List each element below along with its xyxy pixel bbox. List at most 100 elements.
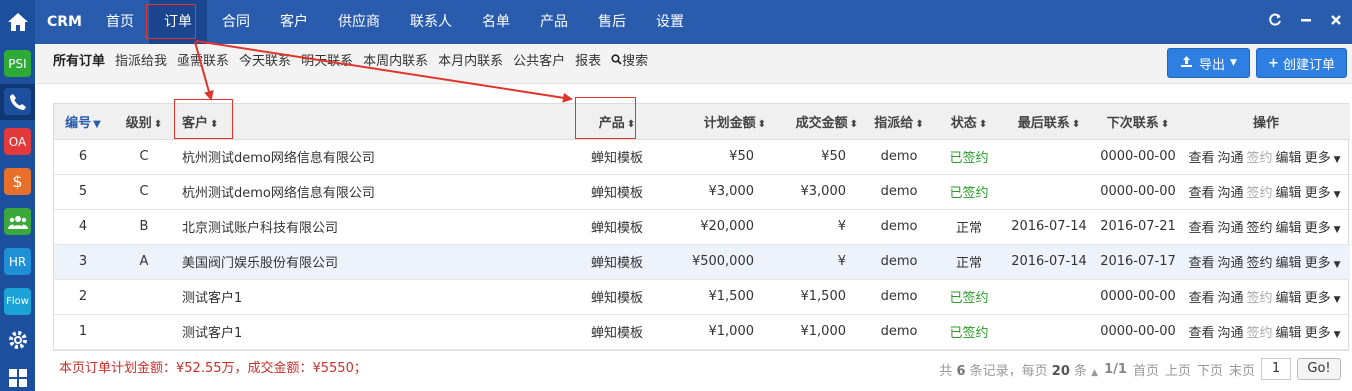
filter-assigned-to-me[interactable]: 指派给我 — [115, 44, 167, 80]
filter-urgent-contact[interactable]: 亟需联系 — [177, 44, 229, 80]
window-controls — [1268, 0, 1342, 44]
home-icon[interactable] — [0, 0, 35, 44]
table-row[interactable]: 6 C 杭州测试demo网络信息有限公司 蝉知模板 ¥50 ¥50 demo 已签约 0000-… — [54, 139, 1350, 175]
filter-contact-this-month[interactable]: 本月内联系 — [438, 44, 503, 80]
col-plan-amount[interactable]: 计划金额 ⬍ — [658, 104, 772, 140]
view-link[interactable]: 查看 — [1189, 326, 1215, 341]
search-link[interactable]: 搜索 — [611, 44, 648, 80]
cell-assignee: demo — [864, 174, 934, 210]
edit-link[interactable]: 编辑 — [1276, 221, 1302, 236]
team-app-icon[interactable] — [4, 208, 31, 235]
pager-prefix: 共 — [939, 363, 953, 379]
view-link[interactable]: 查看 — [1189, 291, 1215, 306]
col-id[interactable]: 编号 ▼ — [54, 104, 112, 140]
more-dropdown[interactable]: 更多 — [1305, 256, 1331, 271]
more-dropdown[interactable]: 更多 — [1305, 221, 1331, 236]
edit-link[interactable]: 编辑 — [1276, 291, 1302, 306]
nav-aftersales[interactable]: 售后 — [583, 0, 641, 44]
col-level[interactable]: 级别 ⬍ — [112, 104, 176, 140]
cell-customer[interactable]: 北京测试账户科技有限公司 — [176, 209, 576, 245]
nav-home[interactable]: 首页 — [91, 0, 149, 44]
create-order-button[interactable]: + 创建订单 — [1256, 48, 1347, 78]
filter-public-customers[interactable]: 公共客户 — [513, 44, 565, 80]
edit-link[interactable]: 编辑 — [1276, 186, 1302, 201]
sign-link: 签约 — [1246, 151, 1273, 166]
psi-app-icon[interactable]: PSI — [4, 50, 31, 77]
pager-first[interactable]: 首页 — [1133, 360, 1159, 379]
filter-contact-tomorrow[interactable]: 明天联系 — [301, 44, 353, 80]
sort-icon: ⬍ — [757, 118, 766, 130]
table-row[interactable]: 5 C 杭州测试demo网络信息有限公司 蝉知模板 ¥3,000 ¥3,000 demo 已签… — [54, 174, 1350, 210]
communicate-link[interactable]: 沟通 — [1218, 256, 1244, 271]
col-next-contact[interactable]: 下次联系 ⬍ — [1094, 104, 1182, 140]
table-row[interactable]: 1 测试客户1 蝉知模板 ¥1,000 ¥1,000 demo 已签约 0000-00-00 查… — [54, 314, 1350, 350]
edit-link[interactable]: 编辑 — [1276, 256, 1302, 271]
sign-link[interactable]: 签约 — [1247, 256, 1273, 271]
pager-next[interactable]: 下页 — [1197, 360, 1223, 379]
more-dropdown[interactable]: 更多 — [1305, 151, 1331, 166]
cell-customer[interactable]: 测试客户1 — [176, 314, 576, 350]
communicate-link[interactable]: 沟通 — [1218, 186, 1244, 201]
pager-last[interactable]: 末页 — [1229, 360, 1255, 379]
oa-app-icon[interactable]: OA — [4, 128, 31, 155]
flow-app-icon[interactable]: Flow — [4, 288, 31, 315]
cell-customer[interactable]: 美国阀门娱乐股份有限公司 — [176, 244, 576, 280]
table-row[interactable]: 2 测试客户1 蝉知模板 ¥1,500 ¥1,500 demo 已签约 0000-00-00 查… — [54, 279, 1350, 315]
table-row[interactable]: 3 A 美国阀门娱乐股份有限公司 蝉知模板 ¥500,000 ¥ demo 正常 2016-07… — [54, 244, 1350, 280]
communicate-link[interactable]: 沟通 — [1218, 326, 1244, 341]
hr-app-icon[interactable]: HR — [4, 248, 31, 275]
view-link[interactable]: 查看 — [1189, 221, 1215, 236]
edit-link[interactable]: 编辑 — [1276, 326, 1302, 341]
phone-crm-icon[interactable] — [4, 88, 31, 115]
export-button[interactable]: 导出 ▼ — [1167, 48, 1250, 78]
cell-customer[interactable]: 杭州测试demo网络信息有限公司 — [176, 174, 576, 210]
cell-customer[interactable]: 杭州测试demo网络信息有限公司 — [176, 139, 576, 175]
table-row[interactable]: 4 B 北京测试账户科技有限公司 蝉知模板 ¥20,000 ¥ demo 正常 2016-07-… — [54, 209, 1350, 245]
sort-icon: ⬍ — [153, 118, 163, 130]
nav-contracts[interactable]: 合同 — [207, 0, 265, 44]
close-icon[interactable] — [1330, 14, 1342, 30]
communicate-link[interactable]: 沟通 — [1218, 151, 1244, 166]
col-status[interactable]: 状态 ⬍ — [934, 104, 1004, 140]
nav-customers[interactable]: 客户 — [265, 0, 323, 44]
cell-customer[interactable]: 测试客户1 — [176, 279, 576, 315]
grid-menu-icon[interactable] — [4, 364, 31, 391]
view-link[interactable]: 查看 — [1189, 256, 1215, 271]
go-button[interactable]: Go! — [1297, 358, 1341, 380]
communicate-link[interactable]: 沟通 — [1218, 221, 1244, 236]
cell-next-contact: 0000-00-00 — [1094, 139, 1182, 175]
col-assignee[interactable]: 指派给 ⬍ — [864, 104, 934, 140]
filter-all-orders[interactable]: 所有订单 — [53, 44, 105, 80]
filter-contact-this-week[interactable]: 本周内联系 — [363, 44, 428, 80]
pager-prev[interactable]: 上页 — [1165, 360, 1191, 379]
cell-status: 已签约 — [934, 279, 1004, 315]
filter-reports[interactable]: 报表 — [575, 44, 601, 80]
brand-label[interactable]: CRM — [47, 0, 82, 44]
communicate-link[interactable]: 沟通 — [1218, 291, 1244, 306]
minimize-icon[interactable] — [1300, 14, 1312, 30]
nav-settings[interactable]: 设置 — [641, 0, 699, 44]
nav-lists[interactable]: 名单 — [467, 0, 525, 44]
sign-link[interactable]: 签约 — [1247, 221, 1273, 236]
caret-up-icon[interactable]: ▲ — [1091, 368, 1098, 378]
pager-total: 6 — [956, 363, 966, 379]
settings-gear-icon[interactable] — [4, 326, 31, 353]
more-dropdown[interactable]: 更多 — [1305, 326, 1331, 341]
view-link[interactable]: 查看 — [1189, 151, 1215, 166]
view-link[interactable]: 查看 — [1189, 186, 1215, 201]
filter-contact-today[interactable]: 今天联系 — [239, 44, 291, 80]
pager-per-page[interactable]: 20 — [1052, 364, 1070, 379]
page-number-input[interactable]: 1 — [1261, 358, 1291, 380]
col-last-contact[interactable]: 最后联系 ⬍ — [1004, 104, 1094, 140]
table-header-row: 编号 ▼ 级别 ⬍ 客户 ⬍ 产品 ⬍ 计划金额 ⬍ 成交金额 ⬍ 指派给 ⬍ 状态 ⬍ 最后联… — [54, 104, 1350, 140]
cash-app-icon[interactable]: $ — [4, 168, 31, 195]
edit-link[interactable]: 编辑 — [1276, 151, 1302, 166]
col-deal-amount[interactable]: 成交金额 ⬍ — [772, 104, 864, 140]
more-dropdown[interactable]: 更多 — [1305, 186, 1331, 201]
nav-suppliers[interactable]: 供应商 — [323, 0, 395, 44]
col-customer[interactable]: 客户 ⬍ — [176, 104, 576, 140]
nav-products[interactable]: 产品 — [525, 0, 583, 44]
nav-contacts[interactable]: 联系人 — [395, 0, 467, 44]
refresh-icon[interactable] — [1268, 13, 1282, 31]
more-dropdown[interactable]: 更多 — [1305, 291, 1331, 306]
